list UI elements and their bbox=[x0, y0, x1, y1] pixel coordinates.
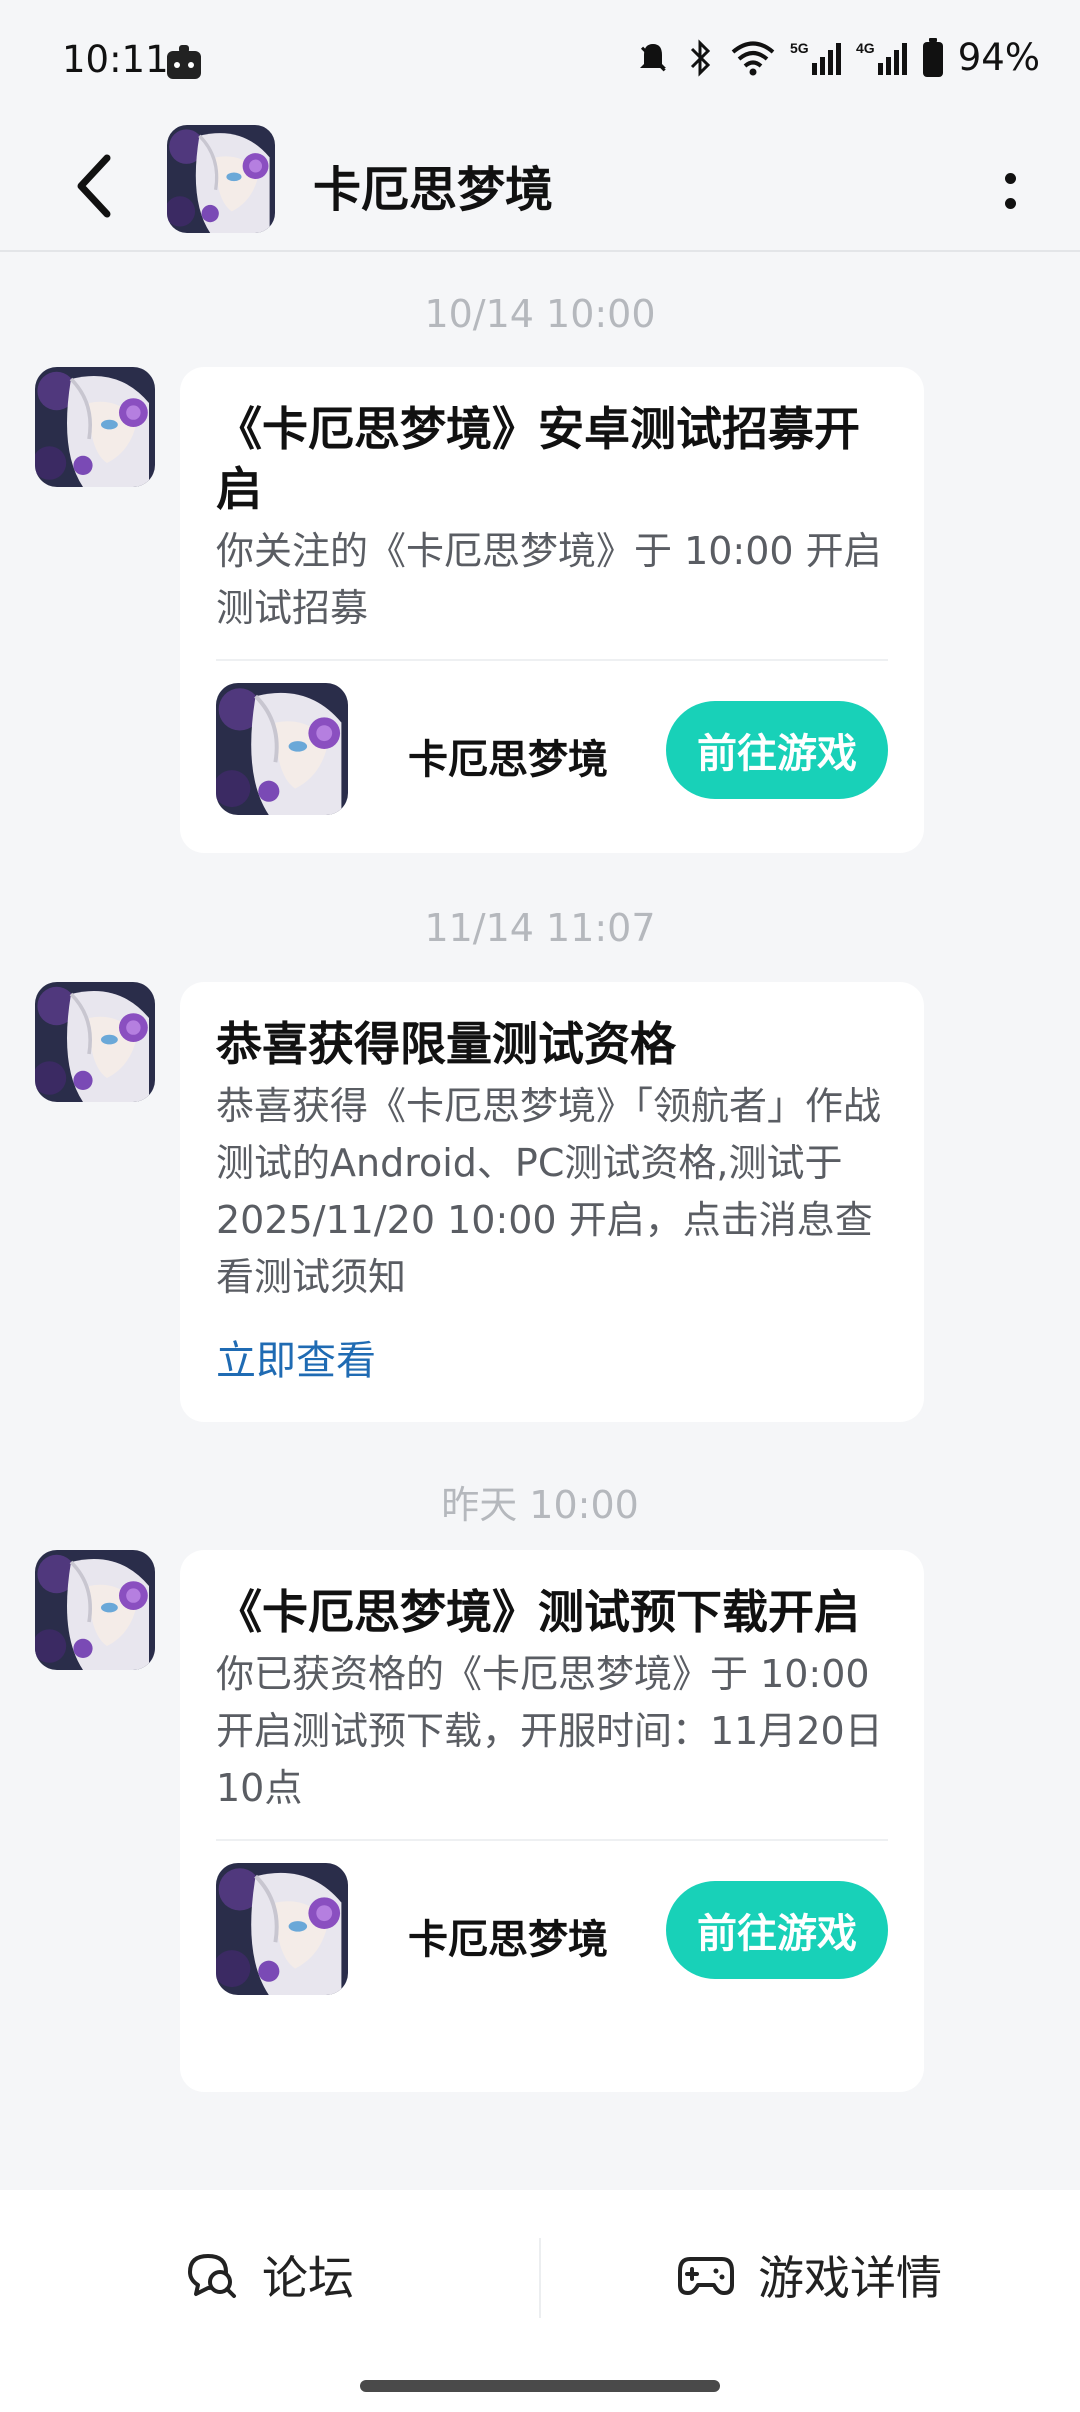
page-title: 卡厄思梦境 bbox=[313, 162, 554, 218]
more-button[interactable] bbox=[980, 156, 1040, 226]
game-avatar[interactable] bbox=[167, 125, 275, 233]
message-timestamp: 10/14 10:00 bbox=[424, 292, 656, 336]
view-now-link[interactable]: 立即查看 bbox=[216, 1328, 888, 1386]
message-title: 《卡厄思梦境》测试预下载开启 bbox=[216, 1585, 860, 1639]
sender-avatar[interactable] bbox=[35, 982, 155, 1102]
message-card[interactable]: 《卡厄思梦境》安卓测试招募开启 你关注的《卡厄思梦境》于 10:00 开启测试招… bbox=[180, 367, 924, 853]
message-title: 《卡厄思梦境》安卓测试招募开启 bbox=[216, 402, 860, 516]
mute-icon bbox=[634, 39, 672, 77]
more-vertical-icon bbox=[1004, 173, 1016, 184]
tab-forum[interactable]: 论坛 bbox=[0, 2190, 540, 2360]
message-body: 你已获资格的《卡厄思梦境》于 10:00 开启测试预下载，开服时间：11月20日… bbox=[216, 1652, 883, 1810]
app-notification-icon bbox=[165, 43, 203, 81]
back-arrow-icon bbox=[77, 154, 111, 218]
forum-icon bbox=[188, 2254, 236, 2298]
status-icons: 5G 4G 94% bbox=[634, 36, 1040, 79]
game-row: 卡厄思梦境 前往游戏 bbox=[216, 661, 888, 831]
game-row: 卡厄思梦境 前往游戏 bbox=[216, 1841, 888, 2011]
svg-text:4G: 4G bbox=[856, 40, 875, 56]
wifi-icon bbox=[730, 39, 776, 77]
message-timestamp: 昨天 10:00 bbox=[441, 1483, 639, 1527]
battery-percent: 94% bbox=[957, 36, 1040, 79]
status-time: 10:11 bbox=[62, 38, 169, 81]
svg-text:5G: 5G bbox=[790, 40, 809, 56]
chat-header: 卡厄思梦境 bbox=[0, 120, 1080, 252]
message-timestamp: 11/14 11:07 bbox=[424, 906, 656, 950]
tab-game-details[interactable]: 游戏详情 bbox=[540, 2190, 1080, 2360]
signal-5g-icon: 5G bbox=[790, 39, 842, 77]
go-to-game-button[interactable]: 前往游戏 bbox=[666, 701, 888, 799]
home-indicator[interactable] bbox=[360, 2380, 720, 2392]
go-to-game-button[interactable]: 前往游戏 bbox=[666, 1881, 888, 1979]
message-title: 恭喜获得限量测试资格 bbox=[216, 1017, 676, 1071]
gamepad-icon bbox=[678, 2257, 734, 2295]
message-body: 你关注的《卡厄思梦境》于 10:00 开启测试招募 bbox=[216, 529, 882, 630]
message-body: 恭喜获得《卡厄思梦境》「领航者」作战测试的Android、PC测试资格,测试于 … bbox=[216, 1084, 882, 1299]
bottom-bar: 论坛 游戏详情 bbox=[0, 2190, 1080, 2412]
signal-4g-icon: 4G bbox=[856, 39, 908, 77]
battery-icon bbox=[922, 37, 944, 78]
tab-forum-label: 论坛 bbox=[262, 2251, 354, 2305]
tab-game-details-label: 游戏详情 bbox=[758, 2251, 942, 2305]
game-name: 卡厄思梦境 bbox=[408, 1917, 608, 1963]
sender-avatar[interactable] bbox=[35, 1550, 155, 1670]
message-card[interactable]: 《卡厄思梦境》测试预下载开启 你已获资格的《卡厄思梦境》于 10:00 开启测试… bbox=[180, 1550, 924, 2092]
status-bar: 10:11 5G 4G 94% bbox=[0, 0, 1080, 120]
game-icon[interactable] bbox=[216, 683, 348, 815]
message-card[interactable]: 恭喜获得限量测试资格 恭喜获得《卡厄思梦境》「领航者」作战测试的Android、… bbox=[180, 982, 924, 1422]
game-name: 卡厄思梦境 bbox=[408, 737, 608, 783]
game-icon[interactable] bbox=[216, 1863, 348, 1995]
sender-avatar[interactable] bbox=[35, 367, 155, 487]
bluetooth-icon bbox=[686, 38, 716, 77]
back-button[interactable] bbox=[60, 146, 130, 226]
